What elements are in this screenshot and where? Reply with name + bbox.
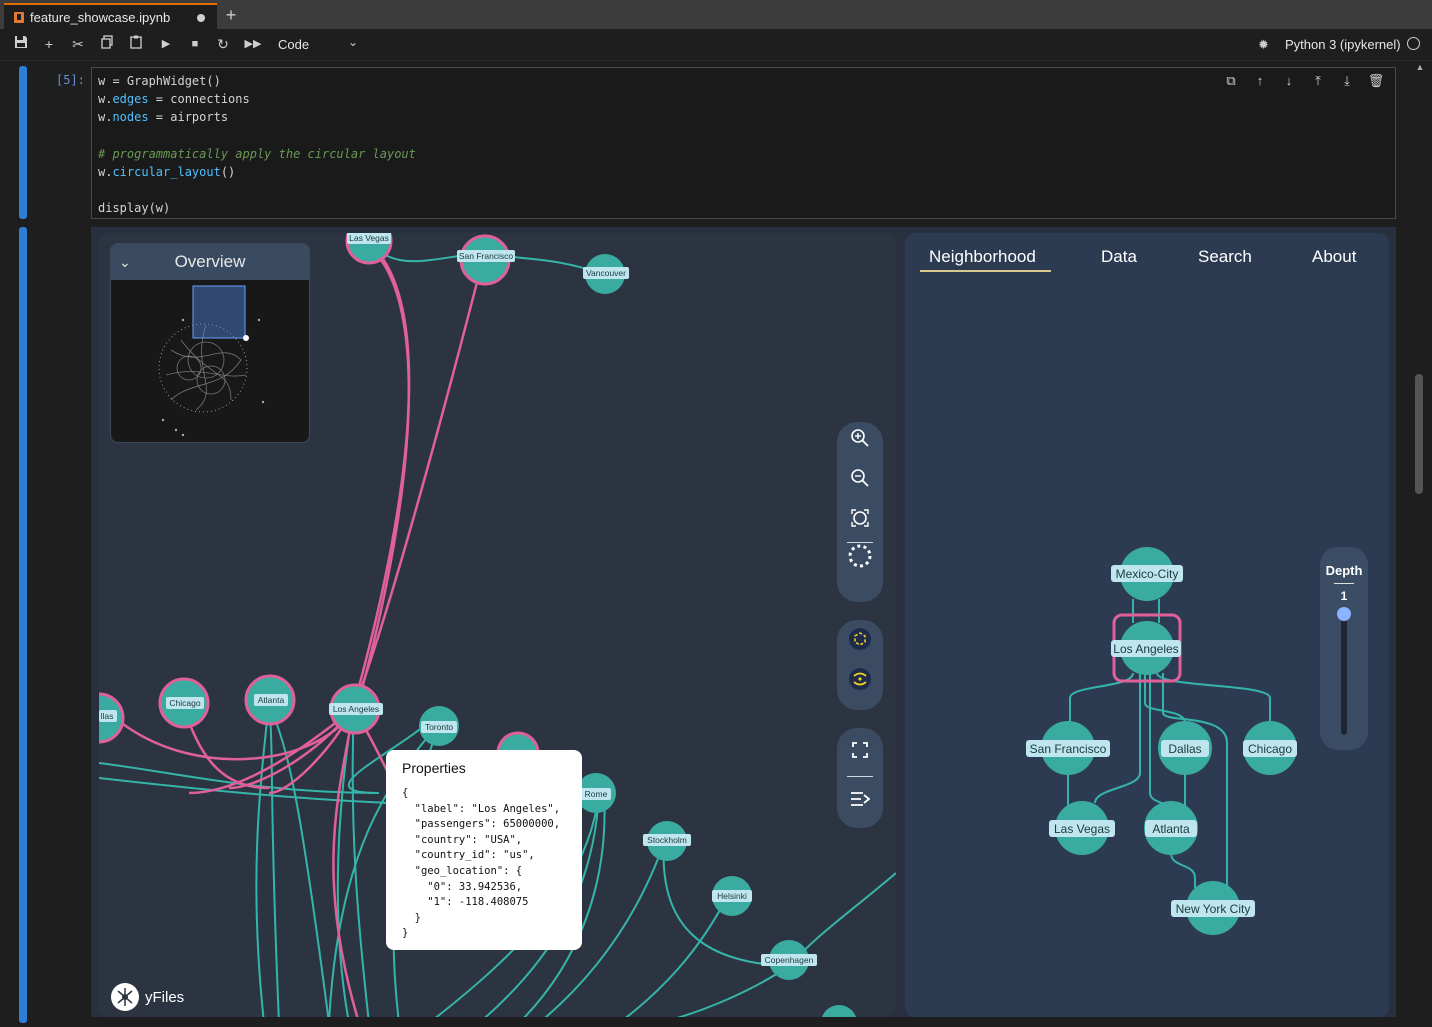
notebook-toolbar: + ✂ ▶ ■ ↻ ▶▶ Code ⌄ ✹ Python 3 (ipykerne… bbox=[0, 29, 1432, 61]
restart-icon[interactable]: ↻ bbox=[214, 35, 232, 53]
code-line[interactable] bbox=[98, 127, 416, 145]
zoom-out-icon[interactable] bbox=[837, 462, 883, 502]
yfiles-logo-icon bbox=[111, 983, 139, 1011]
side-panel: Neighborhood Data Search About Mexico-Ci… bbox=[905, 233, 1389, 1017]
nb-label-las-vegas: Las Vegas bbox=[1054, 822, 1110, 836]
cut-icon[interactable]: ✂ bbox=[69, 35, 87, 53]
nb-label-atlanta: Atlanta bbox=[1152, 822, 1190, 836]
label-toronto: Toronto bbox=[425, 722, 454, 732]
notebook-tab[interactable]: feature_showcase.ipynb bbox=[4, 3, 217, 29]
graph-widget: Las Vegas San Francisco Vancouver llas C… bbox=[91, 227, 1396, 1017]
cell-actions: ⧉ ↑ ↓ ⤒ ⤓ 🗑 bbox=[1213, 72, 1387, 91]
run-icon[interactable]: ▶ bbox=[157, 35, 175, 53]
nb-label-new-york: New York City bbox=[1176, 902, 1251, 916]
label-san-francisco: San Francisco bbox=[459, 251, 514, 261]
move-down-icon[interactable]: ↓ bbox=[1278, 73, 1300, 91]
neighborhood-graph[interactable]: Mexico-City Los Angeles San Francisco Da… bbox=[905, 233, 1389, 1017]
depth-slider-thumb[interactable] bbox=[1337, 607, 1351, 621]
depth-slider-track[interactable] bbox=[1341, 609, 1347, 735]
depth-divider bbox=[1334, 583, 1354, 584]
label-dallas-partial: llas bbox=[101, 711, 114, 721]
nb-label-chicago: Chicago bbox=[1248, 742, 1292, 756]
scrollbar-thumb[interactable] bbox=[1415, 374, 1423, 494]
neighborhood-controls bbox=[837, 620, 883, 710]
overview-panel[interactable]: ⌄ Overview bbox=[110, 243, 310, 443]
chevron-down-icon[interactable]: ⌄ bbox=[348, 35, 358, 49]
paste-icon[interactable] bbox=[127, 35, 145, 53]
yfiles-brand[interactable]: yFiles bbox=[111, 983, 184, 1011]
run-all-icon[interactable]: ▶▶ bbox=[244, 35, 262, 53]
code-text[interactable]: w = GraphWidget() w.edges = connections w.… bbox=[98, 72, 416, 218]
label-chicago: Chicago bbox=[169, 698, 200, 708]
label-stockholm: Stockholm bbox=[647, 835, 687, 845]
properties-popup: Properties { "label": "Los Angeles", "pa… bbox=[386, 750, 582, 950]
save-icon[interactable] bbox=[12, 35, 30, 53]
code-line[interactable]: display(w) bbox=[98, 199, 416, 217]
node-bottom bbox=[822, 1005, 856, 1017]
output-collapser[interactable] bbox=[19, 227, 27, 1023]
kernel-name[interactable]: Python 3 (ipykernel) bbox=[1285, 37, 1401, 52]
label-los-angeles: Los Angeles bbox=[333, 704, 379, 714]
label-copenhagen: Copenhagen bbox=[765, 955, 814, 965]
properties-title: Properties bbox=[402, 760, 466, 776]
overview-title: Overview bbox=[174, 252, 246, 271]
depth-value: 1 bbox=[1340, 589, 1348, 603]
cell-type-select[interactable]: Code bbox=[278, 37, 309, 52]
notebook-scrollbar[interactable]: ▲ bbox=[1413, 60, 1427, 1027]
collapse-neighbors-icon[interactable] bbox=[837, 665, 883, 705]
nb-label-mexico-city: Mexico-City bbox=[1116, 567, 1179, 581]
cell-collapser[interactable] bbox=[19, 66, 27, 219]
nb-label-san-francisco: San Francisco bbox=[1030, 742, 1107, 756]
yfiles-name: yFiles bbox=[145, 988, 185, 1006]
label-atlanta: Atlanta bbox=[258, 695, 285, 705]
notebook-icon bbox=[14, 12, 24, 23]
chevron-down-icon[interactable]: ⌄ bbox=[119, 244, 131, 280]
code-line[interactable]: w.edges = connections bbox=[98, 90, 416, 108]
overview-header[interactable]: ⌄ Overview bbox=[111, 244, 309, 280]
duplicate-cell-icon[interactable]: ⧉ bbox=[1220, 73, 1242, 91]
view-controls bbox=[837, 728, 883, 828]
graph-canvas[interactable]: Las Vegas San Francisco Vancouver llas C… bbox=[99, 233, 896, 1017]
nb-label-dallas: Dallas bbox=[1168, 742, 1201, 756]
cell-prompt: [5]: bbox=[56, 73, 85, 87]
delete-cell-icon[interactable]: 🗑 bbox=[1365, 73, 1387, 91]
zoom-controls bbox=[837, 422, 883, 602]
insert-above-icon[interactable]: ⤒ bbox=[1307, 73, 1329, 91]
depth-control: Depth 1 bbox=[1320, 547, 1368, 750]
debugger-icon[interactable]: ✹ bbox=[1258, 37, 1269, 53]
unsaved-dot-icon[interactable] bbox=[197, 14, 205, 22]
code-line[interactable]: w.circular_layout() bbox=[98, 163, 416, 181]
label-las-vegas: Las Vegas bbox=[349, 233, 389, 243]
overview-minimap[interactable] bbox=[111, 280, 309, 442]
label-rome: Rome bbox=[585, 789, 608, 799]
code-line[interactable]: # programmatically apply the circular la… bbox=[98, 145, 416, 163]
move-up-icon[interactable]: ↑ bbox=[1249, 73, 1271, 91]
code-line[interactable] bbox=[98, 181, 416, 199]
stop-icon[interactable]: ■ bbox=[186, 35, 204, 53]
copy-icon[interactable] bbox=[98, 35, 116, 53]
kernel-status-icon bbox=[1407, 37, 1420, 50]
zoom-in-icon[interactable] bbox=[837, 422, 883, 462]
scroll-up-icon[interactable]: ▲ bbox=[1413, 62, 1427, 72]
label-vancouver: Vancouver bbox=[586, 268, 626, 278]
fit-content-icon[interactable] bbox=[837, 502, 883, 542]
toggle-sidebar-icon[interactable] bbox=[837, 777, 883, 825]
nb-label-los-angeles: Los Angeles bbox=[1113, 642, 1178, 656]
depth-label: Depth bbox=[1325, 563, 1363, 578]
insert-cell-icon[interactable]: + bbox=[40, 35, 58, 53]
code-line[interactable]: w = GraphWidget() bbox=[98, 72, 416, 90]
expand-neighbors-icon[interactable] bbox=[837, 620, 883, 665]
tab-title: feature_showcase.ipynb bbox=[30, 10, 171, 25]
code-editor[interactable]: w = GraphWidget() w.edges = connections w.… bbox=[91, 67, 1396, 219]
new-tab-button[interactable]: + bbox=[221, 4, 241, 26]
layout-circular-icon[interactable] bbox=[837, 543, 883, 583]
code-line[interactable]: w.nodes = airports bbox=[98, 108, 416, 126]
fullscreen-icon[interactable] bbox=[837, 728, 883, 776]
properties-json: { "label": "Los Angeles", "passengers": … bbox=[402, 787, 561, 940]
insert-below-icon[interactable]: ⤓ bbox=[1336, 73, 1358, 91]
label-helsinki: Helsinki bbox=[717, 891, 747, 901]
tab-bar: feature_showcase.ipynb + bbox=[0, 0, 1432, 29]
